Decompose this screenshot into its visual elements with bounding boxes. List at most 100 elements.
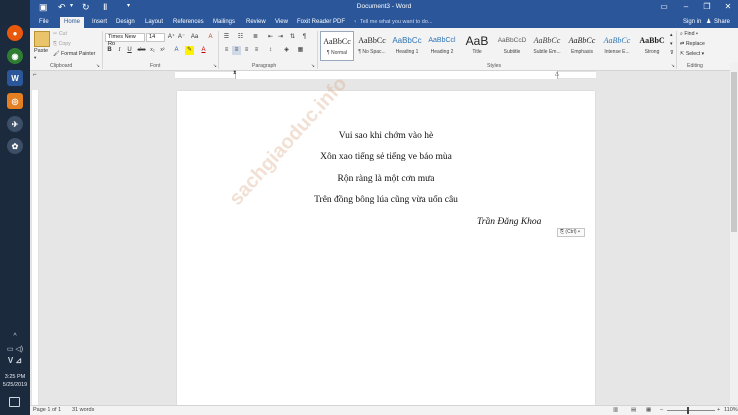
tab-view[interactable]: View (271, 17, 292, 28)
copy-button[interactable]: ⎘ Copy (53, 41, 71, 48)
chrome-icon[interactable]: ◉ (7, 48, 23, 64)
tab-home[interactable]: Home (60, 17, 85, 28)
read-mode-icon[interactable]: ▥ (613, 407, 618, 413)
shrink-font-button[interactable]: A⁻ (177, 33, 186, 42)
paste-dropdown-icon[interactable]: ▾ (34, 55, 36, 61)
replace-button[interactable]: ⇄ Replace (680, 41, 705, 47)
clipboard-launcher-icon[interactable]: ↘ (96, 63, 100, 69)
paste-icon[interactable] (34, 31, 50, 47)
web-layout-icon[interactable]: ▦ (646, 407, 651, 413)
firefox-icon[interactable]: ● (7, 25, 23, 41)
style-normal[interactable]: AaBbCc ¶ Normal (320, 31, 354, 61)
zoom-slider[interactable] (667, 410, 715, 411)
cut-button[interactable]: ✂ Cut (53, 31, 67, 37)
vertical-ruler[interactable] (31, 90, 39, 408)
styles-scroll-up-icon[interactable]: ▴ (670, 32, 673, 38)
app-bird-icon[interactable]: ✿ (7, 138, 23, 154)
font-size-select[interactable]: 14 (146, 33, 165, 42)
multilevel-list-icon[interactable]: ≣ (251, 33, 260, 42)
change-case-button[interactable]: Aa (190, 33, 199, 42)
paragraph-launcher-icon[interactable]: ↘ (311, 63, 315, 69)
style-subtitle[interactable]: AaBbCcD Subtitle (495, 31, 529, 61)
minimize-button[interactable]: – (677, 1, 695, 13)
horizontal-ruler[interactable]: ⧗ △ (175, 70, 596, 79)
tell-me-search[interactable]: Tell me what you want to do... (360, 17, 432, 28)
style-emphasis[interactable]: AaBbCc Emphasis (565, 31, 599, 61)
paste-options-button[interactable]: ⎘ (Ctrl) ▾ (557, 228, 585, 237)
justify-icon[interactable]: ≡ (252, 46, 261, 55)
tab-foxit-reader-pdf[interactable]: Foxit Reader PDF (293, 17, 349, 28)
page-count[interactable]: Page 1 of 1 (33, 407, 61, 413)
v-app-icon[interactable]: V ⊿ (0, 356, 30, 365)
word-count[interactable]: 31 words (72, 407, 94, 413)
bullets-icon[interactable]: ☰ (222, 33, 231, 42)
tab-references[interactable]: References (169, 17, 208, 28)
styles-more-icon[interactable]: ⊽ (670, 50, 674, 56)
style-title[interactable]: AaB Title (460, 31, 494, 61)
tab-review[interactable]: Review (242, 17, 270, 28)
align-center-icon[interactable]: ≡ (232, 46, 241, 55)
battery-volume-icons[interactable]: ▭ ◁) (0, 345, 30, 353)
app-orange-icon[interactable]: ◎ (7, 93, 23, 109)
tab-selector-icon[interactable]: ⌐ (33, 72, 37, 78)
scrollbar-thumb[interactable] (731, 72, 737, 232)
word-taskbar-icon[interactable]: W (7, 70, 23, 86)
clock[interactable]: 3:25 PM 5/25/2019 (0, 373, 30, 389)
zoom-out-icon[interactable]: – (660, 407, 663, 413)
style-heading-1[interactable]: AaBbCc Heading 1 (390, 31, 424, 61)
document-page[interactable]: Vui sao khi chớm vào hè Xôn xao tiếng sẻ… (177, 91, 595, 411)
tab-file[interactable]: File (35, 17, 53, 28)
borders-icon[interactable]: ▦ (296, 46, 305, 55)
style-strong[interactable]: AaBbC Strong (635, 31, 669, 61)
numbering-icon[interactable]: ☷ (236, 33, 245, 42)
indent-marker[interactable]: ⧗ (233, 70, 237, 76)
restore-button[interactable]: ❐ (698, 1, 716, 13)
app-globe-icon[interactable]: ✈ (7, 116, 23, 132)
zoom-level[interactable]: 110% (724, 407, 738, 413)
style-subtle-emphasis[interactable]: AaBbCc Subtle Em... (530, 31, 564, 61)
style-intense-emphasis[interactable]: AaBbCc Intense E... (600, 31, 634, 61)
italic-button[interactable]: I (115, 46, 124, 55)
find-button[interactable]: ⌕ Find ▾ (680, 31, 698, 38)
decrease-indent-icon[interactable]: ⇤ (266, 33, 275, 42)
paste-button[interactable]: Paste (34, 48, 48, 54)
style-heading-2[interactable]: AaBbCcl Heading 2 (425, 31, 459, 61)
print-layout-icon[interactable]: ▤ (631, 407, 636, 413)
styles-launcher-icon[interactable]: ↘ (671, 63, 675, 69)
close-button[interactable]: ✕ (719, 1, 737, 13)
sort-icon[interactable]: ⇅ (288, 33, 297, 42)
select-button[interactable]: ⇱ Select ▾ (680, 51, 704, 57)
zoom-slider-thumb[interactable] (687, 407, 689, 414)
font-launcher-icon[interactable]: ↘ (213, 63, 217, 69)
tab-insert[interactable]: Insert (88, 17, 111, 28)
vertical-scrollbar[interactable] (730, 62, 738, 405)
tab-design[interactable]: Design (112, 17, 139, 28)
strikethrough-button[interactable]: abc (137, 46, 146, 55)
align-left-icon[interactable]: ≡ (222, 46, 231, 55)
style-no-spacing[interactable]: AaBbCc ¶ No Spac... (355, 31, 389, 61)
right-indent-marker[interactable]: △ (555, 71, 559, 77)
line-spacing-icon[interactable]: ↕ (266, 46, 275, 55)
increase-indent-icon[interactable]: ⇥ (276, 33, 285, 42)
chevron-up-icon[interactable]: ^ (0, 333, 30, 340)
font-color-icon[interactable]: A (199, 46, 208, 55)
clear-formatting-icon[interactable]: A (206, 33, 215, 42)
tab-mailings[interactable]: Mailings (209, 17, 239, 28)
underline-button[interactable]: U (125, 46, 134, 55)
grow-font-button[interactable]: A⁺ (167, 33, 176, 42)
sign-in-link[interactable]: Sign in (683, 17, 701, 28)
zoom-in-icon[interactable]: + (717, 407, 720, 413)
align-right-icon[interactable]: ≡ (242, 46, 251, 55)
notification-icon[interactable] (9, 397, 20, 407)
ribbon-display-icon[interactable]: ▭ (655, 1, 673, 13)
text-effects-icon[interactable]: A (172, 46, 181, 55)
share-button[interactable]: Share (714, 17, 730, 28)
bold-button[interactable]: B (105, 46, 114, 55)
styles-scroll-down-icon[interactable]: ▾ (670, 41, 673, 47)
subscript-button[interactable]: x₂ (148, 46, 157, 55)
tab-layout[interactable]: Layout (141, 17, 167, 28)
font-name-select[interactable]: Times New Ro (105, 33, 145, 47)
shading-icon[interactable]: ◈ (282, 46, 291, 55)
highlight-icon[interactable]: ✎ (185, 46, 194, 55)
show-marks-icon[interactable]: ¶ (300, 33, 309, 42)
